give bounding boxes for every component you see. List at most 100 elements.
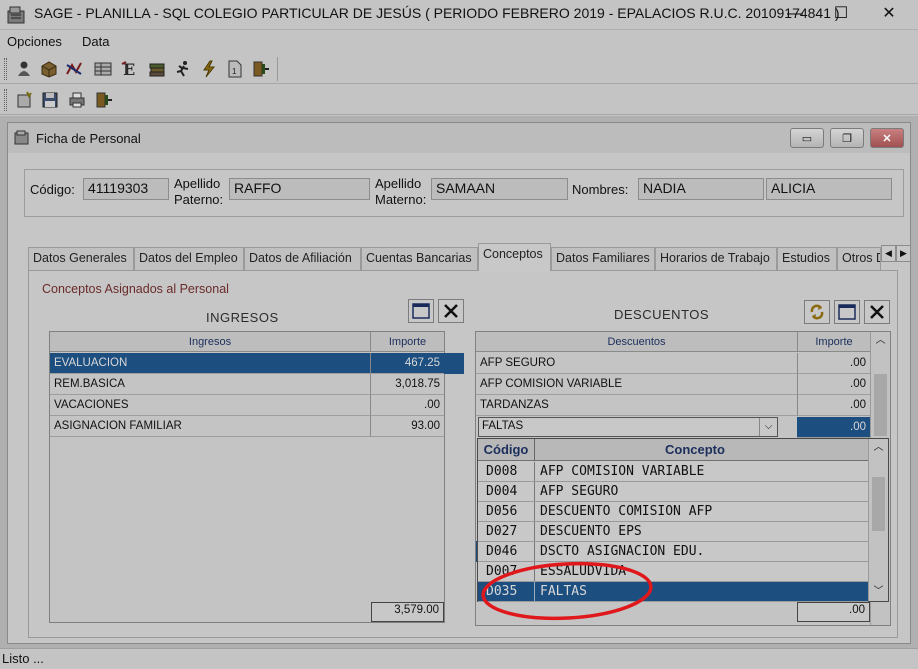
ingresos-row-amount[interactable]: 3,018.75: [370, 374, 444, 395]
tab-estudios[interactable]: Estudios: [777, 247, 837, 270]
ficha-personal-window: Ficha de Personal ▭ ❐ ✕ Código: 41119303…: [7, 122, 911, 644]
descuentos-delete-button[interactable]: [864, 300, 890, 324]
scroll-thumb[interactable]: [874, 374, 887, 436]
save-icon[interactable]: [38, 88, 62, 112]
status-text: Listo ...: [2, 651, 44, 666]
dropdown-row[interactable]: D004 AFP SEGURO: [478, 482, 868, 502]
descuentos-total: .00: [797, 602, 870, 622]
ingresos-row-amount[interactable]: 467.25: [370, 353, 444, 374]
scroll-down-icon[interactable]: ﹀: [869, 583, 888, 600]
ingresos-row-name[interactable]: REM.BASICA: [50, 374, 370, 395]
child-restore-button[interactable]: ❐: [830, 128, 864, 148]
ingresos-delete-button[interactable]: [438, 299, 464, 323]
personal-icon[interactable]: [12, 57, 36, 81]
close-button[interactable]: ✕: [866, 0, 912, 30]
dropdown-row-code: D008: [486, 464, 518, 479]
tab-datos-afiliacion[interactable]: Datos de Afiliación: [244, 247, 361, 270]
tab-otros[interactable]: Otros D: [837, 247, 881, 270]
descuentos-refresh-button[interactable]: [804, 300, 830, 324]
concepto-combo-value: FALTAS: [482, 420, 524, 432]
minimize-button[interactable]: —: [772, 0, 818, 30]
col-codigo[interactable]: Código: [478, 442, 534, 457]
tab-datos-empleo[interactable]: Datos del Empleo: [134, 247, 244, 270]
books-icon[interactable]: [145, 57, 169, 81]
apellido-materno-field[interactable]: SAMAAN: [431, 178, 568, 200]
dropdown-header: Código Concepto: [478, 439, 868, 461]
apellido-materno-label: Apellido Materno:: [375, 176, 426, 208]
conceptos-group-title: Conceptos Asignados al Personal: [42, 282, 229, 296]
descuentos-row-amount[interactable]: .00: [797, 395, 870, 416]
new-record-icon[interactable]: [12, 88, 36, 112]
descuentos-row-amount[interactable]: .00: [797, 353, 870, 374]
child-close-button[interactable]: ✕: [870, 128, 904, 148]
scroll-up-icon[interactable]: ︿: [869, 439, 888, 456]
print-icon[interactable]: [65, 88, 89, 112]
ingresos-row-name[interactable]: VACACIONES: [50, 395, 370, 416]
ingresos-row-amount[interactable]: 93.00: [370, 416, 444, 437]
col-ingresos[interactable]: Ingresos: [50, 336, 370, 348]
ingresos-window-button[interactable]: [408, 299, 434, 323]
dropdown-row[interactable]: D008 AFP COMISION VARIABLE: [478, 462, 868, 482]
scroll-up-icon[interactable]: ︿: [871, 332, 890, 349]
menu-bar: Opciones Data: [0, 31, 918, 53]
box-icon[interactable]: [37, 57, 61, 81]
annotation-circle: [481, 561, 653, 621]
dropdown-row[interactable]: D056 DESCUENTO COMISION AFP: [478, 502, 868, 522]
tab-scroll-left-icon[interactable]: ◀: [881, 245, 896, 262]
apellido-paterno-field[interactable]: RAFFO: [229, 178, 370, 200]
child-window-title: Ficha de Personal: [36, 131, 141, 146]
svg-text:1: 1: [232, 67, 237, 76]
ingresos-row-amount[interactable]: .00: [370, 395, 444, 416]
col-importe[interactable]: Importe: [798, 336, 870, 348]
exit-door-icon[interactable]: [92, 88, 116, 112]
descuentos-row-name[interactable]: TARDANZAS: [476, 395, 797, 416]
tab-conceptos[interactable]: Conceptos: [478, 243, 551, 271]
app-icon: [7, 6, 25, 24]
concepto-combo[interactable]: FALTAS ⌵: [478, 417, 778, 437]
descuentos-row-name[interactable]: AFP SEGURO: [476, 353, 797, 374]
document-icon[interactable]: 1: [223, 57, 247, 81]
descuentos-edit-amount[interactable]: .00: [797, 417, 870, 438]
maximize-button[interactable]: ☐: [818, 0, 864, 30]
tab-cuentas-bancarias[interactable]: Cuentas Bancarias: [361, 247, 478, 270]
ingresos-total: 3,579.00: [371, 602, 444, 622]
minimize-icon: ▭: [801, 132, 813, 145]
descuentos-grid-header: Descuentos Importe: [476, 332, 870, 352]
title-bar: SAGE - PLANILLA - SQL COLEGIO PARTICULAR…: [0, 0, 918, 30]
dropdown-scrollbar[interactable]: ︿ ﹀: [868, 439, 888, 601]
menu-data[interactable]: Data: [82, 34, 109, 49]
ingresos-row-name[interactable]: ASIGNACION FAMILIAR: [50, 416, 370, 437]
child-title-bar: Ficha de Personal ▭ ❐ ✕: [8, 123, 910, 153]
nombre1-field[interactable]: NADIA: [638, 178, 764, 200]
toolbar-grip[interactable]: [4, 89, 7, 111]
menu-opciones[interactable]: Opciones: [7, 34, 62, 49]
scroll-thumb[interactable]: [872, 477, 885, 531]
child-minimize-button[interactable]: ▭: [790, 128, 824, 148]
exit-door-icon[interactable]: [249, 57, 273, 81]
lightning-icon[interactable]: [197, 57, 221, 81]
col-importe[interactable]: Importe: [371, 336, 444, 348]
tab-scroll-right-icon[interactable]: ▶: [896, 245, 911, 262]
nombre2-field[interactable]: ALICIA: [766, 178, 892, 200]
descuentos-window-button[interactable]: [834, 300, 860, 324]
ingresos-row-name[interactable]: EVALUACION: [50, 353, 370, 374]
runner-icon[interactable]: [171, 57, 195, 81]
codigo-field[interactable]: 41119303: [83, 178, 169, 200]
tab-datos-familiares[interactable]: Datos Familiares: [551, 247, 655, 270]
col-divider: [534, 522, 535, 541]
apellido-paterno-label-line1: Apellido: [174, 176, 221, 191]
letter-e-icon[interactable]: E: [118, 57, 142, 81]
chart-icon[interactable]: [62, 57, 86, 81]
descuentos-row-amount[interactable]: .00: [797, 374, 870, 395]
table-icon[interactable]: [91, 57, 115, 81]
ingresos-grid-header: Ingresos Importe: [50, 332, 444, 352]
tab-datos-generales[interactable]: Datos Generales: [28, 247, 134, 270]
col-concepto[interactable]: Concepto: [535, 442, 855, 457]
tab-horarios-trabajo[interactable]: Horarios de Trabajo: [655, 247, 777, 270]
descuentos-row-name[interactable]: AFP COMISION VARIABLE: [476, 374, 797, 395]
col-descuentos[interactable]: Descuentos: [476, 336, 797, 348]
chevron-down-icon[interactable]: ⌵: [759, 418, 777, 436]
toolbar-grip[interactable]: [4, 58, 7, 80]
col-divider: [534, 502, 535, 521]
dropdown-row[interactable]: D027 DESCUENTO EPS: [478, 522, 868, 542]
